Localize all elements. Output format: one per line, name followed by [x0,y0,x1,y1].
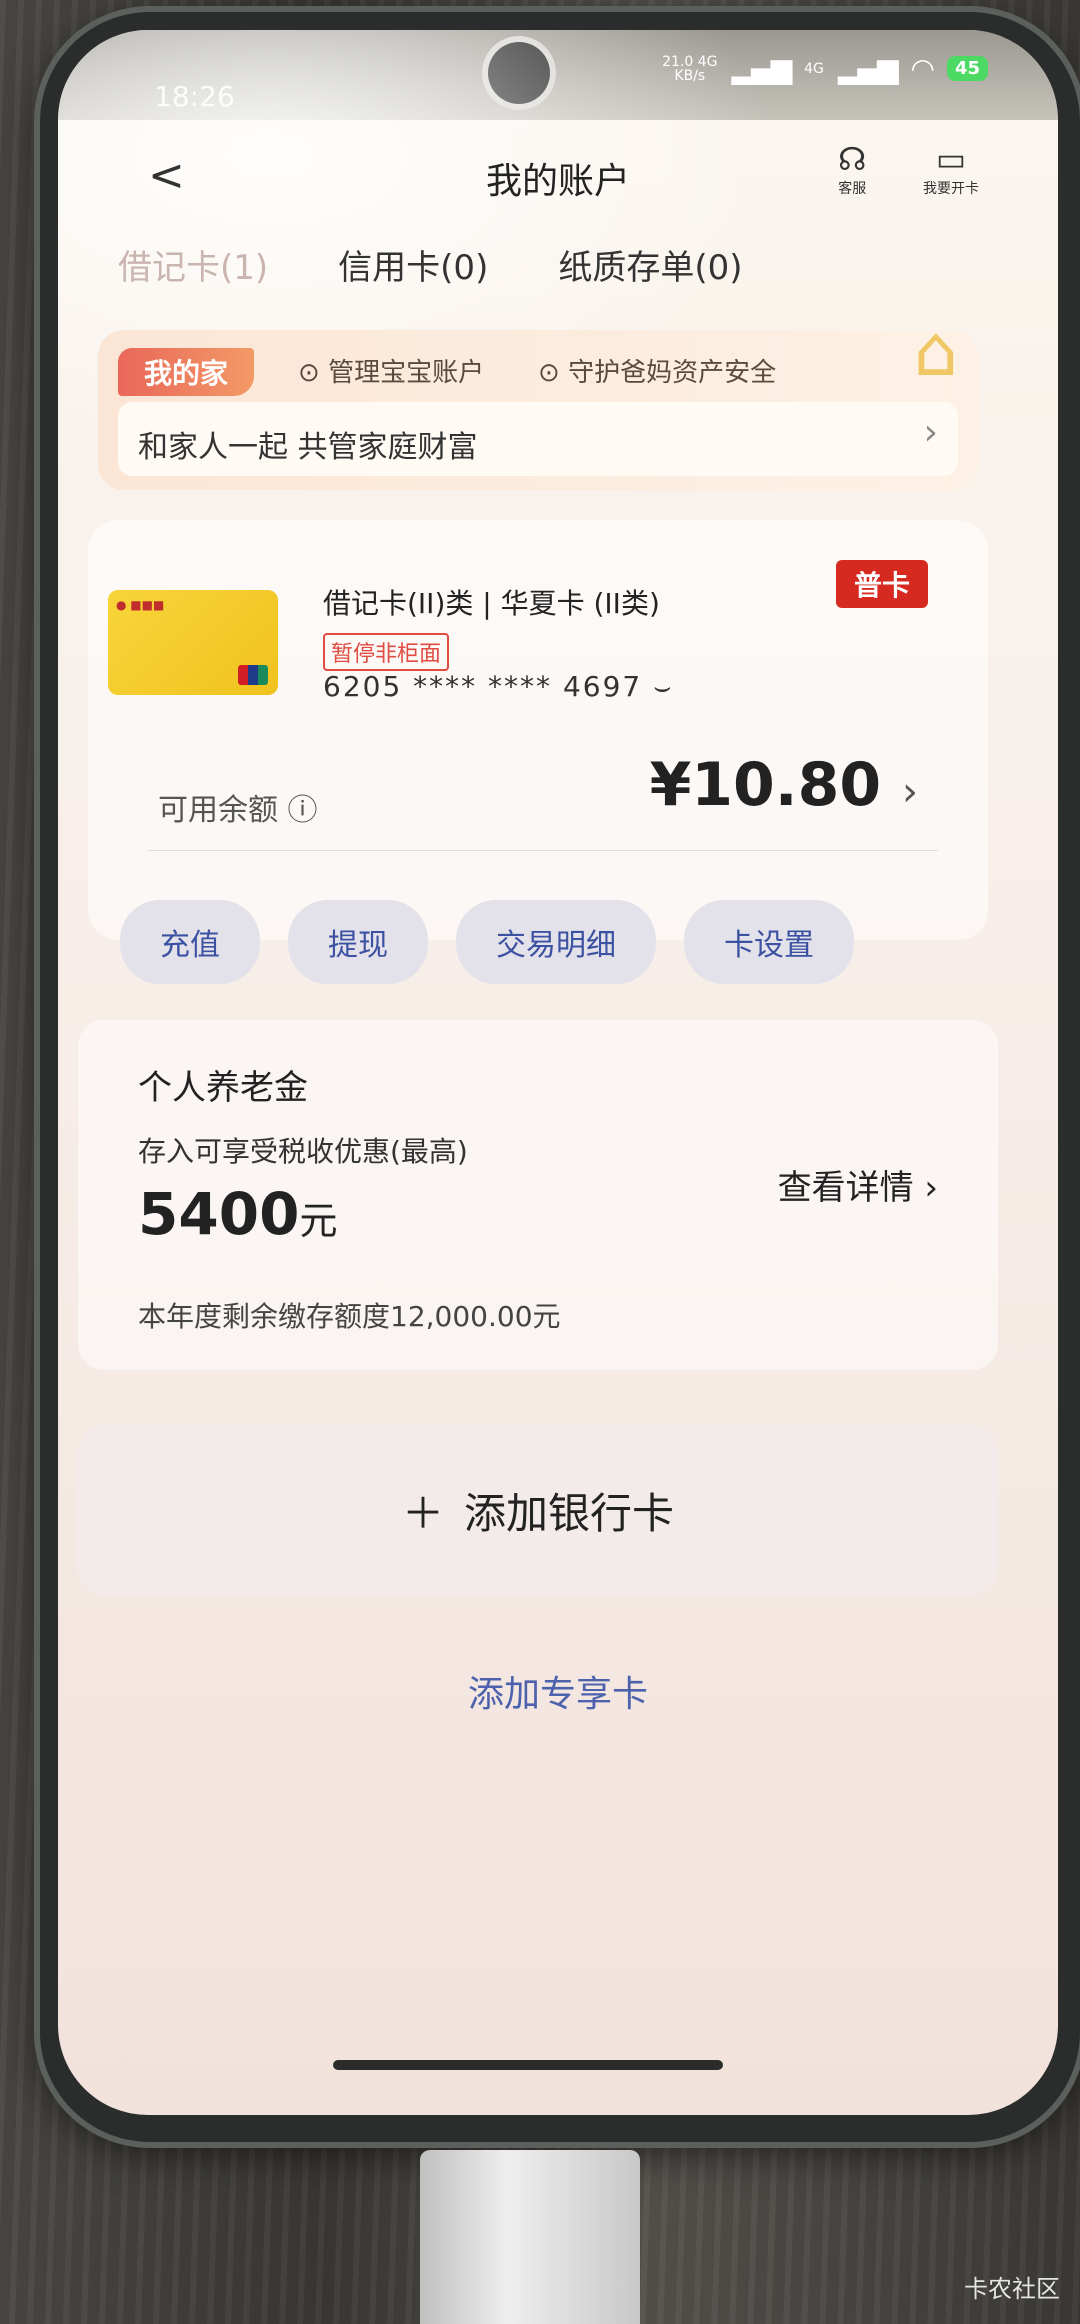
battery-icon: 45 [946,56,988,81]
chevron-right-icon: › [902,769,918,815]
top-nav: < 我的账户 ☊ 客服 ▭ 我要开卡 [58,140,1058,220]
pension-title: 个人养老金 [138,1068,308,1108]
divider [148,850,938,851]
card-icon: ▭ [935,140,967,178]
unionpay-logo [238,665,268,685]
bank-logo: ● ■■■ [116,598,165,612]
tab-debit[interactable]: 借记卡(1) [118,240,268,289]
lamp-icon: ⌂ [913,310,958,392]
net-type-2: 4G [804,60,824,77]
pension-subtitle: 存入可享受税收优惠(最高) [138,1135,468,1168]
family-banner[interactable]: 我的家 ⊙ 管理宝宝账户 ⊙ 守护爸妈资产安全 ⌂ 和家人一起 共管家庭财富 › [98,310,978,490]
debit-card-panel: ● ■■■ 借记卡(II)类 | 华夏卡 (II类) 普卡 暂停非柜面 6205… [88,520,988,984]
transaction-details-button[interactable]: 交易明细 [456,900,656,984]
chevron-right-icon: › [924,1168,938,1208]
status-bar: 18:26 21.0 4G KB/s ▂▄▆ 4G ▂▄▆ ◠ 45 [58,30,1058,120]
plus-icon: ＋ [401,1488,444,1538]
family-banner-text: 和家人一起 共管家庭财富 [138,430,478,465]
watermark: 卡农社区 [964,2275,1060,2303]
add-bank-card-button[interactable]: ＋ 添加银行卡 [78,1425,998,1595]
charging-cable [420,2150,640,2324]
page-title: 我的账户 [485,161,630,202]
add-exclusive-card-link[interactable]: 添加专享卡 [58,1665,1058,1717]
card-settings-button[interactable]: 卡设置 [684,900,854,984]
tab-paper-deposit[interactable]: 纸质存单(0) [558,240,742,289]
family-badge: 我的家 [118,348,255,396]
net-speed: 21.0 4G KB/s [662,53,718,84]
card-number: 6205 **** **** 4697 ⌣ [323,670,674,703]
customer-service-button[interactable]: ☊ 客服 [838,140,866,198]
tab-credit[interactable]: 信用卡(0) [338,240,488,289]
eye-icon[interactable]: ⌣ [653,670,673,703]
signal-icon-2: ▂▄▆ [837,52,899,85]
bank-card-image: ● ■■■ [108,590,278,695]
status-time: 18:26 [154,80,235,113]
card-name: 借记卡(II)类 | 华夏卡 (II类) [323,587,660,620]
account-tabs: 借记卡(1) 信用卡(0) 纸质存单(0) [118,240,743,289]
pension-amount: 5400元 [138,1180,338,1248]
home-indicator[interactable] [333,2060,723,2070]
pension-panel[interactable]: 个人养老金 存入可享受税收优惠(最高) 5400元 本年度剩余缴存额度12,00… [78,1020,998,1370]
card-tier-badge: 普卡 [835,560,928,608]
pension-detail-link[interactable]: 查看详情 › [778,1160,938,1209]
open-card-button[interactable]: ▭ 我要开卡 [923,140,979,198]
info-icon[interactable]: ⓘ [288,793,318,828]
headset-icon: ☊ [838,140,867,178]
wifi-icon: ◠ [910,52,935,85]
withdraw-button[interactable]: 提现 [288,900,428,984]
recharge-button[interactable]: 充值 [120,900,260,984]
balance-label: 可用余额 ⓘ [158,793,318,828]
family-check-2: ⊙ 守护爸妈资产安全 [538,358,777,388]
signal-icon: ▂▄▆ [731,52,793,85]
family-check-1: ⊙ 管理宝宝账户 [298,358,485,388]
balance-amount[interactable]: ¥10.80 › [650,750,918,820]
phone-screen: 18:26 21.0 4G KB/s ▂▄▆ 4G ▂▄▆ ◠ 45 < 我的账… [58,30,1058,2115]
status-icons: 21.0 4G KB/s ▂▄▆ 4G ▂▄▆ ◠ 45 [662,52,988,85]
front-camera [488,42,550,104]
card-actions: 充值 提现 交易明细 卡设置 [120,900,854,984]
status-badge: 暂停非柜面 [323,633,450,671]
chevron-right-icon: › [923,412,938,453]
pension-footnote: 本年度剩余缴存额度12,000.00元 [138,1300,561,1333]
add-bank-card-label: 添加银行卡 [464,1488,675,1538]
family-strip[interactable]: 和家人一起 共管家庭财富 › [118,402,958,476]
